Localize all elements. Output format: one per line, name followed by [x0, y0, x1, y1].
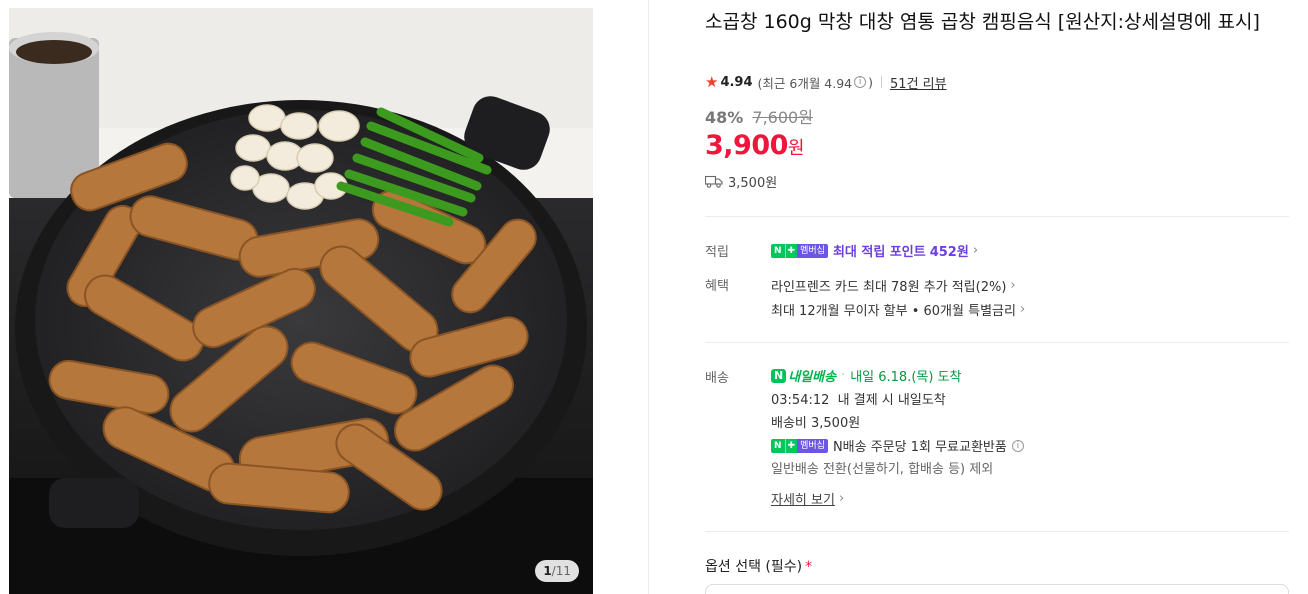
section-divider	[705, 216, 1289, 217]
section-divider	[705, 531, 1289, 532]
n-logo-icon: N	[771, 438, 785, 453]
dot-separator: ·	[841, 368, 846, 383]
shipping-fee-row: 3,500원	[705, 172, 777, 191]
delivery-arrival-row: N 내일배송 · 내일 6.18.(목) 도착	[771, 366, 962, 385]
membership-label: 멤버십	[797, 243, 828, 258]
delivery-detail-row[interactable]: 자세히 보기 ›	[771, 489, 844, 508]
delivery-label: 배송	[705, 371, 729, 386]
points-text: 최대 적립 포인트	[832, 245, 926, 260]
image-counter-current: 1	[543, 564, 552, 578]
review-count-link[interactable]: 51건 리뷰	[890, 73, 947, 92]
price-unit: 원	[787, 138, 805, 159]
plus-icon: ✚	[784, 243, 798, 258]
free-exchange-text: N배송 주문당 1회 무료교환반품	[832, 440, 1007, 455]
discount-rate: 48%	[705, 108, 744, 127]
option-select-label: 옵션 선택 (필수) *	[705, 556, 812, 576]
original-price: 7,600원	[752, 108, 813, 127]
perks-label: 혜택	[705, 279, 729, 294]
rating-score: 4.94	[720, 74, 753, 90]
perk-card: 라인프렌즈 카드 최대 78원 추가 적립(2%)	[771, 280, 1007, 295]
divider	[881, 76, 883, 88]
n-logo-icon: N	[771, 368, 787, 383]
section-divider	[705, 342, 1289, 343]
column-divider	[648, 0, 649, 594]
points-amount: 452원	[929, 245, 969, 260]
free-exchange-row: N ✚ 멤버십 N배송 주문당 1회 무료교환반품 i	[771, 436, 1026, 455]
sale-price: 3,900	[705, 130, 788, 161]
rating-row: ★ 4.94 (최근 6개월 4.94 i ) 51건 리뷰	[705, 72, 947, 92]
delivery-fee: 배송비 3,500원	[771, 416, 861, 431]
membership-label: 멤버십	[797, 438, 828, 453]
info-icon[interactable]: i	[854, 76, 867, 88]
perk-card-row[interactable]: 라인프렌즈 카드 최대 78원 추가 적립(2%) ›	[771, 276, 1016, 295]
plus-icon: ✚	[784, 438, 798, 453]
chevron-right-icon: ›	[1019, 302, 1026, 317]
perk-installment: 최대 12개월 무이자 할부 • 60개월 특별금리	[771, 304, 1016, 319]
excluded-note: 일반배송 전환(선물하기, 합배송 등) 제외	[771, 462, 994, 477]
n-logo-icon: N	[771, 243, 785, 258]
image-counter-total: 11	[555, 564, 571, 578]
order-countdown: 03:54:12 내 결제 시 내일도착	[771, 393, 946, 408]
shipping-fee: 3,500원	[728, 176, 778, 191]
recent-rating: (최근 6개월 4.94	[757, 75, 853, 91]
points-label: 적립	[705, 245, 729, 260]
tomorrow-delivery-text: 내일배송	[788, 370, 837, 385]
original-price-row: 48% 7,600원	[705, 104, 813, 128]
arrival-date: 내일 6.18.(목) 도착	[850, 370, 962, 385]
required-mark: *	[805, 559, 813, 575]
product-title: 소곱창 160g 막창 대창 염통 곱창 캠핑음식 [원산지:상세설명에 표시]	[705, 11, 1260, 33]
nplus-membership-badge: N ✚ 멤버십	[771, 243, 828, 258]
sale-price-row: 3,900원	[705, 130, 804, 161]
option-label-text: 옵션 선택 (필수)	[705, 559, 803, 575]
truck-icon	[705, 175, 723, 188]
perk-installment-row[interactable]: 최대 12개월 무이자 할부 • 60개월 특별금리 ›	[771, 300, 1025, 319]
image-counter: 1/11	[535, 560, 579, 582]
nplus-membership-badge: N ✚ 멤버십	[771, 438, 828, 453]
info-icon[interactable]: i	[1011, 439, 1024, 452]
points-row[interactable]: N ✚ 멤버십 최대 적립 포인트 452원 ›	[771, 241, 978, 260]
tomorrow-delivery-logo: N 내일배송	[771, 366, 836, 385]
chevron-right-icon: ›	[972, 243, 979, 258]
star-icon: ★	[705, 73, 719, 91]
product-image[interactable]: 1/11	[9, 8, 593, 594]
gopchang-photo	[9, 8, 593, 594]
option-select-dropdown[interactable]	[705, 584, 1289, 594]
chevron-right-icon: ›	[838, 491, 845, 506]
recent-rating-close: )	[868, 74, 874, 90]
delivery-detail-link[interactable]: 자세히 보기	[771, 489, 835, 508]
chevron-right-icon: ›	[1010, 278, 1016, 293]
